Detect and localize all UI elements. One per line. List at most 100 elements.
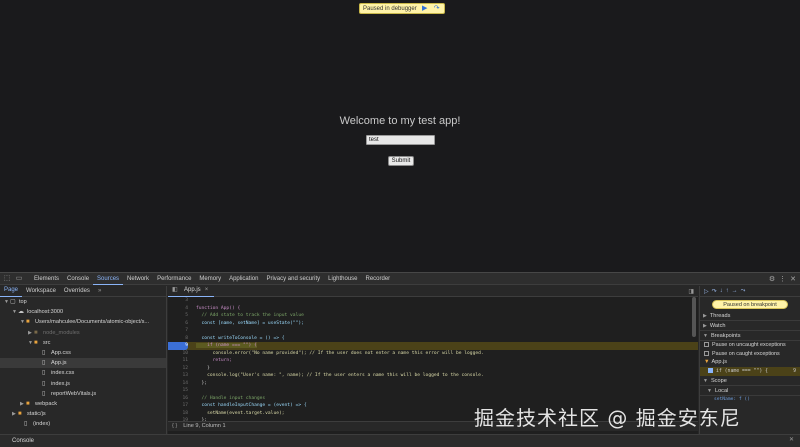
file-icon: ▯ [42, 349, 46, 356]
devtools-panel-bar: ⬚ ▭ Elements Console Sources Network Per… [0, 273, 800, 285]
tree-item-report-web-vitals[interactable]: ▯ reportWebVitals.js [0, 389, 166, 399]
nav-tab-overrides[interactable]: Overrides [60, 286, 94, 297]
checkbox-icon[interactable] [704, 350, 709, 356]
more-tabs-chevron-icon[interactable]: » [94, 286, 105, 297]
tab-memory[interactable]: Memory [195, 273, 225, 285]
breakpoint-item[interactable]: if (name === "") {9 [700, 367, 800, 376]
expand-arrow-icon: ▼ [707, 388, 712, 394]
code-line[interactable]: 8 const writeToConsole = () => { [168, 335, 698, 343]
tab-privacy-security[interactable]: Privacy and security [262, 273, 324, 285]
tree-item-index[interactable]: ▯ (index) [0, 419, 166, 429]
tree-item-index-js[interactable]: ▯ index.js [0, 379, 166, 389]
step-over-icon[interactable]: ↷ [433, 5, 441, 13]
code-line[interactable]: 5 // Add state to track the input value [168, 312, 698, 320]
toggle-navigator-icon[interactable]: ◧ [172, 285, 178, 296]
step-over-icon[interactable]: ↷ [712, 288, 717, 295]
tab-lighthouse[interactable]: Lighthouse [324, 273, 361, 285]
tree-item-app-css[interactable]: ▯ App.css [0, 348, 166, 358]
code-line[interactable]: 12 } [168, 365, 698, 373]
paused-banner-text: Paused in debugger [363, 5, 417, 12]
resume-icon[interactable]: ▶ [421, 5, 429, 13]
folder-icon: ■ [26, 400, 30, 407]
code-line[interactable]: 11 return; [168, 357, 698, 365]
expand-arrow-icon: ▼ [703, 378, 708, 384]
step-icon[interactable]: → [732, 288, 738, 294]
code-line[interactable]: 13 console.log("User's name: ", name); /… [168, 372, 698, 380]
close-devtools-icon[interactable]: ✕ [790, 275, 796, 283]
step-out-icon[interactable]: ↑ [726, 288, 729, 294]
inspect-element-icon[interactable]: ⬚ [2, 274, 12, 284]
file-icon: ▯ [42, 380, 46, 387]
device-toolbar-icon[interactable]: ▭ [14, 274, 24, 284]
submit-button[interactable]: Submit [388, 156, 414, 166]
file-icon: ▯ [42, 390, 46, 397]
code-line[interactable]: 15 [168, 387, 698, 395]
breakpoint-file[interactable]: ▼ App.js [700, 358, 800, 367]
breakpoint-checkbox-icon[interactable] [708, 368, 713, 373]
tab-application[interactable]: Application [225, 273, 262, 285]
tab-network[interactable]: Network [123, 273, 153, 285]
tab-sources[interactable]: Sources [93, 273, 124, 285]
breakpoint-marker[interactable]: 9 [168, 342, 188, 350]
folder-icon: ■ [34, 339, 38, 346]
file-icon: ▯ [42, 360, 46, 367]
checkbox-icon[interactable] [704, 342, 709, 348]
pause-caught-checkbox[interactable]: Pause on caught exceptions [700, 350, 800, 359]
pretty-print-icon[interactable]: { } [172, 423, 177, 429]
code-line[interactable]: 4 function App() { [168, 305, 698, 313]
cloud-icon: ☁ [18, 309, 24, 316]
deactivate-breakpoints-icon[interactable]: ⤳ [741, 288, 746, 295]
nav-tab-page[interactable]: Page [0, 285, 23, 297]
file-tree: ▼▢ top ▼☁ localhost:3000 ▼■ Users/mahculee/… [0, 297, 166, 429]
folder-icon: ■ [26, 319, 30, 326]
code-line[interactable]: 6 const [name, setName] = useState(""); [168, 320, 698, 328]
code-line[interactable]: 10 console.error("No name provided"); //… [168, 350, 698, 358]
section-watch[interactable]: ▶ Watch [700, 321, 800, 331]
drawer-tab-console[interactable]: Console [4, 435, 42, 447]
folder-icon: ■ [18, 411, 22, 418]
tab-performance[interactable]: Performance [153, 273, 195, 285]
app-viewport: Paused in debugger ▶ ↷ Welcome to my tes… [0, 0, 800, 272]
section-threads[interactable]: ▶ Threads [700, 311, 800, 321]
tab-elements[interactable]: Elements [30, 273, 63, 285]
welcome-heading: Welcome to my test app! [339, 115, 461, 127]
code-line[interactable]: 14 }; [168, 380, 698, 388]
tree-item-static-js[interactable]: ▶ ■ static/js [0, 409, 166, 419]
file-icon: ▼ [704, 359, 710, 365]
tree-item-webpack[interactable]: ▶ ■ webpack [0, 399, 166, 409]
step-into-icon[interactable]: ↓ [720, 288, 723, 294]
navigator-tabs: Page Workspace Overrides » [0, 286, 166, 297]
name-input[interactable] [366, 135, 435, 145]
paused-on-breakpoint-badge: Paused on breakpoint [712, 300, 788, 309]
editor-scrollbar[interactable] [692, 297, 696, 337]
frame-icon: ▢ [10, 299, 16, 305]
tree-item-localhost[interactable]: ▼☁ localhost:3000 [0, 307, 166, 317]
code-line[interactable]: 7 [168, 327, 698, 335]
section-breakpoints[interactable]: ▼ Breakpoints [700, 331, 800, 341]
settings-gear-icon[interactable]: ⚙ [769, 275, 775, 283]
more-options-icon[interactable]: ⋮ [779, 275, 786, 283]
watermark: 掘金技术社区 @ 掘金安东尼 [474, 406, 741, 430]
section-local[interactable]: ▼ Local [700, 386, 800, 396]
section-scope[interactable]: ▼ Scope [700, 376, 800, 386]
close-drawer-icon[interactable]: ✕ [789, 436, 794, 443]
tree-item-node-modules[interactable]: ▶ ■ node_modules [0, 328, 166, 338]
close-tab-icon[interactable]: × [205, 287, 209, 293]
tree-item-top[interactable]: ▼▢ top [0, 297, 166, 307]
code-line[interactable]: 16 // Handle input changes [168, 395, 698, 403]
code-line-breakpoint[interactable]: 9 if (name === "") { [168, 342, 698, 350]
pause-uncaught-checkbox[interactable]: Pause on uncaught exceptions [700, 341, 800, 350]
tree-item-index-css[interactable]: ▯ index.css [0, 368, 166, 378]
editor-tab-app-js[interactable]: ◧ App.js × [168, 285, 215, 297]
tree-item-app-js[interactable]: ▯ App.js [0, 358, 166, 369]
tab-recorder[interactable]: Recorder [362, 273, 395, 285]
tree-item-src[interactable]: ▼■ src [0, 338, 166, 348]
sources-navigator: Page Workspace Overrides » ▼▢ top ▼☁ local… [0, 286, 167, 434]
resume-icon[interactable]: ▷ [704, 288, 709, 295]
code-line[interactable]: 3 [168, 297, 698, 305]
tab-console[interactable]: Console [63, 273, 93, 285]
nav-tab-workspace[interactable]: Workspace [22, 286, 60, 297]
toggle-debugger-icon[interactable]: ◨ [688, 288, 694, 295]
paused-banner: Paused in debugger ▶ ↷ [359, 3, 445, 14]
tree-item-users-folder[interactable]: ▼■ Users/mahculee/Documents/atomic-object… [0, 317, 166, 327]
